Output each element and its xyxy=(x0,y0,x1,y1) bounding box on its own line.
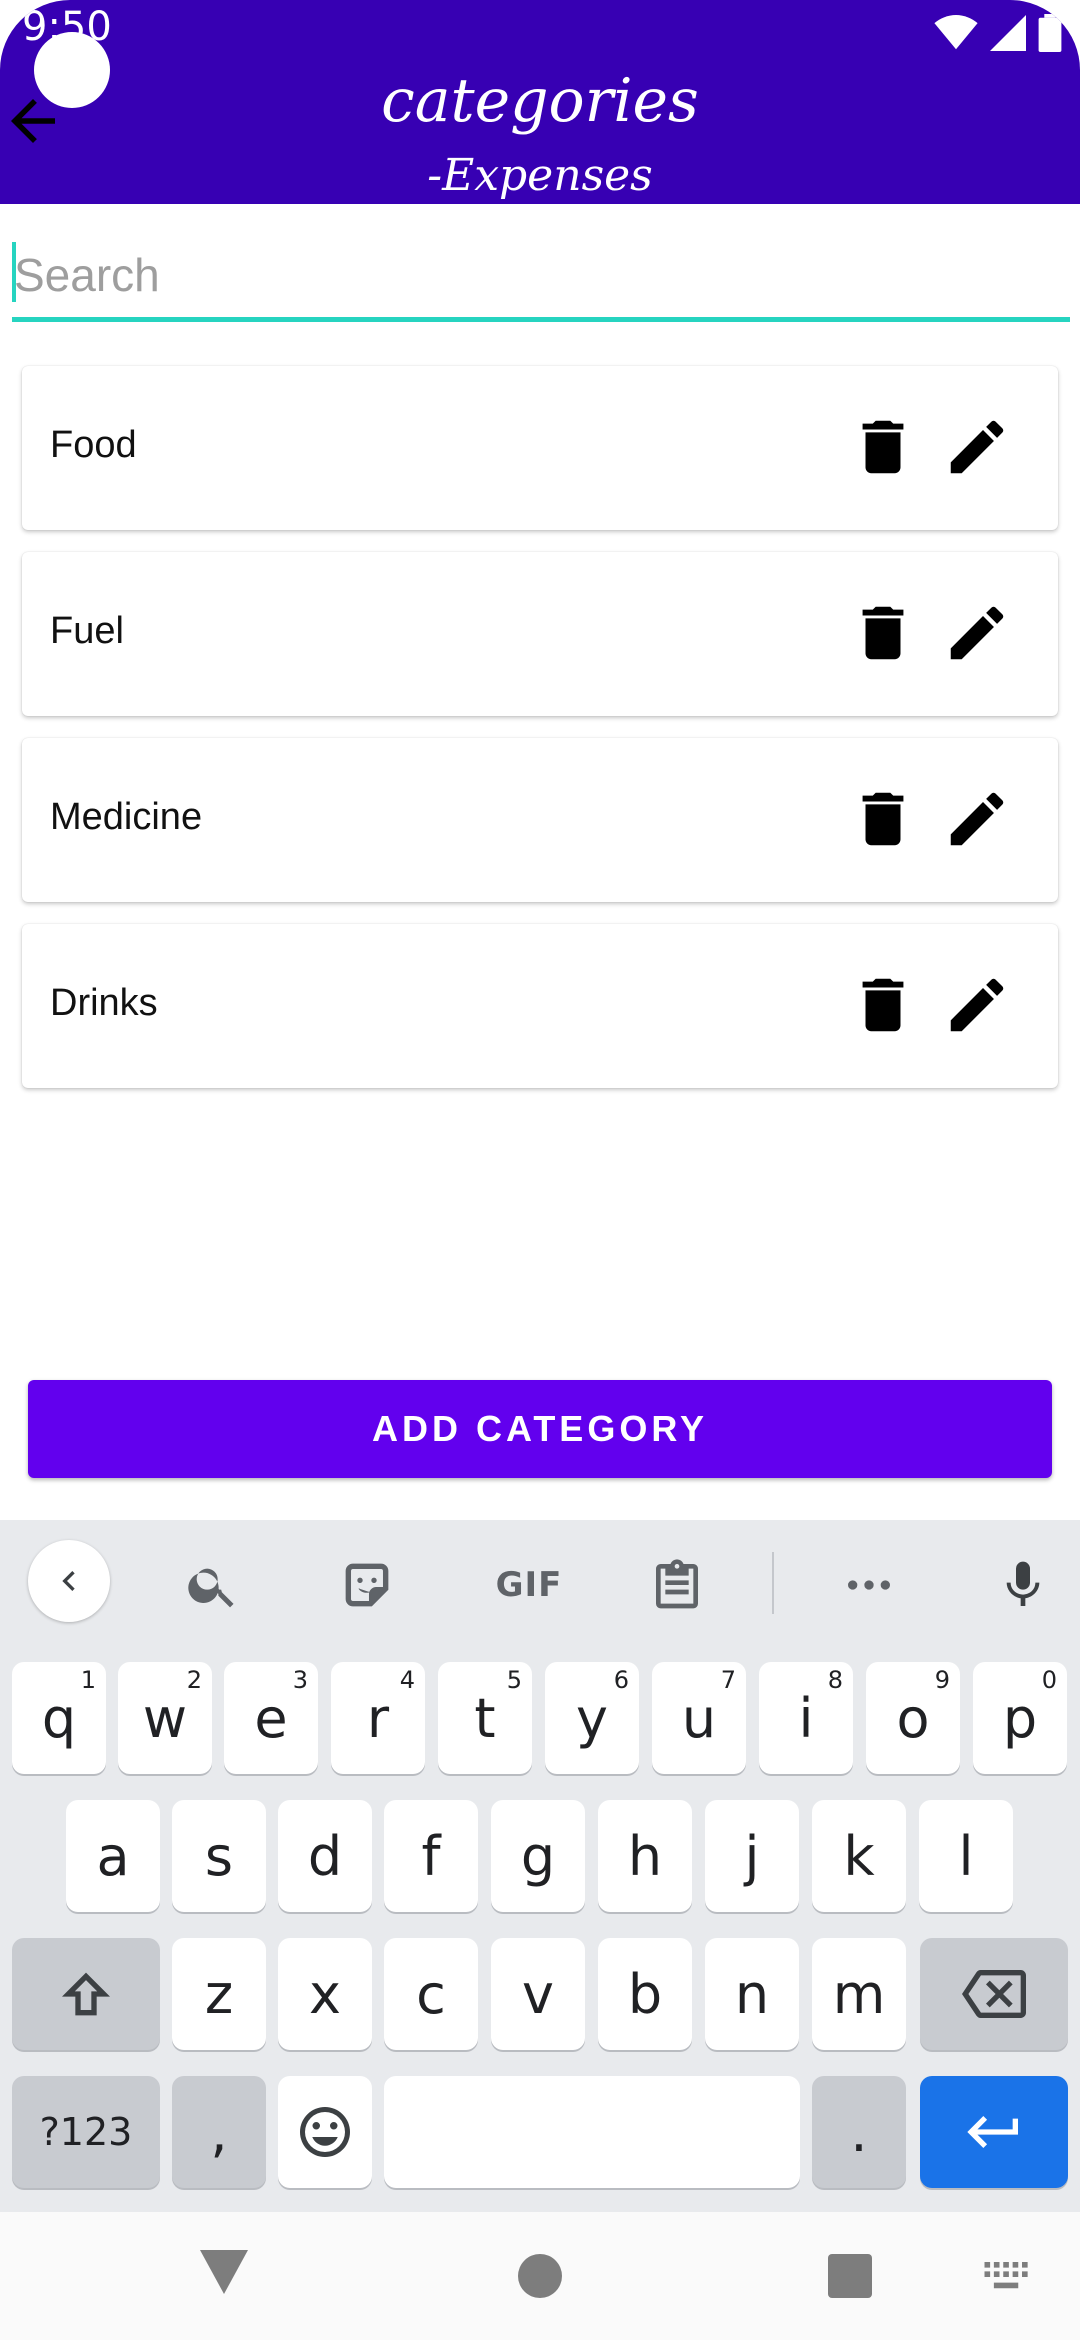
nav-back-button[interactable] xyxy=(200,2250,248,2299)
enter-key[interactable] xyxy=(920,2076,1068,2188)
category-card[interactable]: Food xyxy=(22,366,1058,530)
keyboard-icon xyxy=(984,2262,1028,2289)
keyboard-back-button[interactable] xyxy=(28,1540,110,1622)
search-field[interactable] xyxy=(12,236,1070,322)
delete-button[interactable] xyxy=(848,970,918,1040)
wifi-icon xyxy=(934,15,978,50)
trash-icon xyxy=(862,606,904,660)
keyboard-gif-button[interactable]: GIF xyxy=(484,1550,574,1620)
emoji-key[interactable] xyxy=(278,2076,372,2188)
key-x[interactable]: x xyxy=(278,1938,372,2050)
add-category-button[interactable]: ADD CATEGORY xyxy=(28,1380,1052,1478)
key-r[interactable]: r4 xyxy=(331,1662,425,1774)
key-k[interactable]: k xyxy=(812,1800,906,1912)
trash-icon xyxy=(862,792,904,846)
edit-button[interactable] xyxy=(942,970,1012,1040)
backspace-icon xyxy=(962,1970,1026,2018)
keyboard-clipboard-button[interactable] xyxy=(642,1550,712,1620)
keyboard-more-button[interactable] xyxy=(834,1550,904,1620)
category-label: Drinks xyxy=(50,982,158,1024)
edit-button[interactable] xyxy=(942,598,1012,668)
search-input[interactable] xyxy=(14,236,1064,314)
key-e[interactable]: e3 xyxy=(224,1662,318,1774)
key-n[interactable]: n xyxy=(705,1938,799,2050)
key-y[interactable]: y6 xyxy=(545,1662,639,1774)
period-key[interactable]: . xyxy=(812,2076,906,2188)
delete-button[interactable] xyxy=(848,598,918,668)
category-label: Food xyxy=(50,424,137,466)
shift-key[interactable] xyxy=(12,1938,160,2050)
edit-button[interactable] xyxy=(942,784,1012,854)
category-card[interactable]: Drinks xyxy=(22,924,1058,1088)
keyboard-sticker-button[interactable] xyxy=(332,1550,402,1620)
enter-icon xyxy=(967,2116,1018,2148)
key-h[interactable]: h xyxy=(598,1800,692,1912)
keyboard-toolbar: GIF xyxy=(0,1520,1080,1648)
key-b[interactable]: b xyxy=(598,1938,692,2050)
comma-key[interactable]: , xyxy=(172,2076,266,2188)
key-l[interactable]: l xyxy=(919,1800,1013,1912)
symbols-key[interactable]: ?123 xyxy=(12,2076,160,2188)
system-nav-bar xyxy=(0,2212,1080,2340)
key-c[interactable]: c xyxy=(384,1938,478,2050)
status-icons xyxy=(934,14,1062,52)
pencil-icon xyxy=(950,606,1004,660)
chevron-left-icon xyxy=(62,1571,75,1591)
key-m[interactable]: m xyxy=(812,1938,906,2050)
app-bar: 9:50 categories -Expenses xyxy=(0,0,1080,204)
key-v[interactable]: v xyxy=(491,1938,585,2050)
nav-recents-square-icon xyxy=(828,2254,872,2298)
pencil-icon xyxy=(950,792,1004,846)
search-icon xyxy=(188,1568,234,1608)
key-u[interactable]: u7 xyxy=(652,1662,746,1774)
key-f[interactable]: f xyxy=(384,1800,478,1912)
pencil-icon xyxy=(950,978,1004,1032)
gif-label: GIF xyxy=(495,1565,563,1605)
key-z[interactable]: z xyxy=(172,1938,266,2050)
clipboard-icon xyxy=(656,1559,698,1609)
space-key[interactable] xyxy=(384,2076,800,2188)
key-q[interactable]: q1 xyxy=(12,1662,106,1774)
delete-button[interactable] xyxy=(848,784,918,854)
trash-icon xyxy=(862,978,904,1032)
key-o[interactable]: o9 xyxy=(866,1662,960,1774)
key-j[interactable]: j xyxy=(705,1800,799,1912)
key-i[interactable]: i8 xyxy=(759,1662,853,1774)
category-card[interactable]: Fuel xyxy=(22,552,1058,716)
edit-button[interactable] xyxy=(942,412,1012,482)
keyboard-search-button[interactable] xyxy=(178,1550,248,1620)
nav-home-button[interactable] xyxy=(518,2254,562,2303)
keyboard-voice-button[interactable] xyxy=(988,1550,1058,1620)
key-a[interactable]: a xyxy=(66,1800,160,1912)
emoji-icon xyxy=(300,2107,350,2157)
more-icon xyxy=(848,1580,890,1590)
page-subtitle: -Expenses xyxy=(427,150,653,201)
nav-home-circle-icon xyxy=(518,2254,562,2298)
nav-back-triangle-icon xyxy=(200,2250,248,2294)
signal-icon xyxy=(990,15,1026,51)
key-w[interactable]: w2 xyxy=(118,1662,212,1774)
delete-button[interactable] xyxy=(848,412,918,482)
key-d[interactable]: d xyxy=(278,1800,372,1912)
category-card[interactable]: Medicine xyxy=(22,738,1058,902)
toolbar-divider xyxy=(772,1552,774,1614)
backspace-key[interactable] xyxy=(920,1938,1068,2050)
key-s[interactable]: s xyxy=(172,1800,266,1912)
sticker-icon xyxy=(345,1563,389,1607)
trash-icon xyxy=(862,420,904,474)
battery-icon xyxy=(1038,14,1062,52)
category-label: Medicine xyxy=(50,796,203,838)
on-screen-keyboard: GIF q1 w2 e3 r4 t5 y6 u7 i8 o9 p0 a s d … xyxy=(0,1520,1080,2212)
microphone-icon xyxy=(1006,1561,1040,1606)
pencil-icon xyxy=(950,420,1004,474)
category-label: Fuel xyxy=(50,610,124,652)
key-g[interactable]: g xyxy=(491,1800,585,1912)
nav-recents-button[interactable] xyxy=(828,2254,872,2303)
shift-icon xyxy=(62,1972,110,2016)
key-p[interactable]: p0 xyxy=(973,1662,1067,1774)
page-title: categories xyxy=(381,66,699,136)
keyboard-switch-button[interactable] xyxy=(984,2262,1030,2297)
key-t[interactable]: t5 xyxy=(438,1662,532,1774)
